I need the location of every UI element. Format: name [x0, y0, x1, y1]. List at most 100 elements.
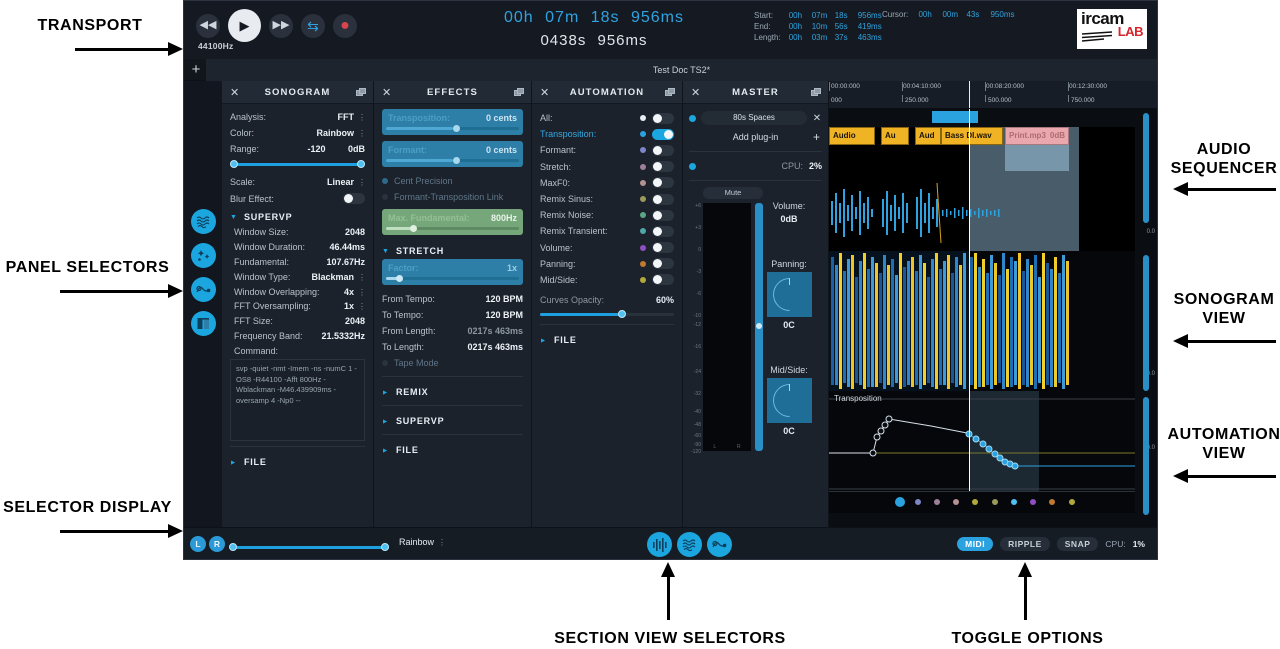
- dot-midside[interactable]: [1069, 499, 1075, 505]
- close-icon[interactable]: ✕: [691, 86, 700, 99]
- row-scale[interactable]: Scale: Linear ⋮: [230, 174, 366, 190]
- row-toggle[interactable]: [652, 274, 674, 286]
- loop-region[interactable]: [932, 111, 978, 123]
- row-toggle[interactable]: [652, 258, 674, 270]
- formant-slider[interactable]: Formant: 0 cents: [382, 141, 523, 167]
- section-icon-automation[interactable]: [707, 532, 732, 557]
- clip-audio-1[interactable]: Audio: [829, 127, 875, 145]
- dot-remix-sinus[interactable]: [972, 499, 978, 505]
- dot-remix-transient[interactable]: [1011, 499, 1017, 505]
- dot-transposition[interactable]: [895, 497, 905, 507]
- automation-row-stretch[interactable]: Stretch:: [540, 159, 674, 175]
- dot-volume[interactable]: [1030, 499, 1036, 505]
- row-fft-oversampling[interactable]: FFT Oversampling: 1x ⋮: [234, 299, 366, 314]
- sidebar-icon-waveform[interactable]: [191, 209, 216, 234]
- automation-row-formant[interactable]: Formant:: [540, 142, 674, 158]
- scrollbar-sonogram[interactable]: [1143, 255, 1149, 391]
- automation-row-midside[interactable]: Mid/Side:: [540, 272, 674, 288]
- close-icon[interactable]: ✕: [382, 86, 391, 99]
- plugin-close-icon[interactable]: ✕: [812, 113, 822, 124]
- clip-audio-2[interactable]: Au: [881, 127, 909, 145]
- row-toggle[interactable]: [652, 225, 674, 237]
- supervp-section-header[interactable]: ▼ SUPERVP: [382, 411, 523, 429]
- automation-row-remix-sinus[interactable]: Remix Sinus:: [540, 191, 674, 207]
- dot-stretch[interactable]: [934, 499, 940, 505]
- dot-panning[interactable]: [1049, 499, 1055, 505]
- forward-button[interactable]: ▶▶: [269, 13, 293, 38]
- plugin-row[interactable]: 80s Spaces ✕: [689, 108, 822, 128]
- automation-row-transposition[interactable]: Transposition:: [540, 126, 674, 142]
- automation-view[interactable]: Transposition 0.0: [829, 391, 1157, 513]
- window-icon[interactable]: [514, 87, 524, 97]
- transposition-slider[interactable]: Transposition: 0 cents: [382, 109, 523, 135]
- sidebar-icon-sonogram[interactable]: [191, 243, 216, 268]
- max-fundamental-slider[interactable]: Max. Fundamental: 800Hz: [382, 209, 523, 235]
- stepper-icon[interactable]: ⋮: [358, 273, 366, 282]
- automation-row-maxf0[interactable]: MaxF0:: [540, 175, 674, 191]
- timeline-ruler[interactable]: 00:00:000 00:04:10:000 00:08:20:000 00:1…: [829, 81, 1157, 109]
- tape-mode-checkbox[interactable]: Tape Mode: [382, 355, 523, 371]
- file-section-header[interactable]: ▼ FILE: [540, 330, 674, 348]
- channel-left-button[interactable]: L: [190, 536, 206, 552]
- sidebar-icon-mixer[interactable]: [191, 311, 216, 336]
- toggle-midi[interactable]: MIDI: [957, 537, 994, 551]
- range-slider[interactable]: [230, 160, 365, 169]
- supervp-section-header[interactable]: ▼ SUPERVP: [230, 207, 365, 225]
- row-toggle[interactable]: [652, 161, 674, 173]
- plugin-led[interactable]: [689, 114, 696, 122]
- window-icon[interactable]: [665, 87, 675, 97]
- row-toggle[interactable]: [652, 193, 674, 205]
- toggle-ripple[interactable]: RIPPLE: [1000, 537, 1050, 551]
- row-window-overlapping[interactable]: Window Overlapping: 4x ⋮: [234, 284, 366, 299]
- plus-icon[interactable]: +: [813, 130, 820, 144]
- remix-section-header[interactable]: ▼ REMIX: [382, 382, 523, 400]
- row-toggle[interactable]: [652, 242, 674, 254]
- stepper-icon[interactable]: ⋮: [358, 113, 366, 122]
- stretch-factor-slider[interactable]: Factor: 1x: [382, 259, 523, 285]
- master-led[interactable]: [689, 162, 696, 170]
- dot-maxf0[interactable]: [953, 499, 959, 505]
- window-icon[interactable]: [356, 87, 366, 97]
- automation-row-volume[interactable]: Volume:: [540, 240, 674, 256]
- clip-audio-3[interactable]: Aud: [915, 127, 941, 145]
- section-icon-sonogram[interactable]: [677, 532, 702, 557]
- row-window-type[interactable]: Window Type: Blackman ⋮: [234, 269, 366, 284]
- cent-precision-checkbox[interactable]: Cent Precision: [382, 173, 523, 189]
- add-document-button[interactable]: +: [187, 60, 205, 80]
- close-icon[interactable]: ✕: [540, 86, 549, 99]
- clip-bass-di[interactable]: Bass DI.wav: [941, 127, 1003, 145]
- row-analysis[interactable]: Analysis: FFT ⋮: [230, 109, 366, 125]
- row-toggle[interactable]: [652, 177, 674, 189]
- window-icon[interactable]: [811, 87, 821, 97]
- automation-row-all[interactable]: All:: [540, 110, 674, 126]
- channel-right-button[interactable]: R: [209, 536, 225, 552]
- scrollbar-automation[interactable]: [1143, 397, 1149, 515]
- record-button[interactable]: ●: [333, 13, 357, 38]
- curves-opacity-slider[interactable]: [540, 310, 674, 319]
- mute-button[interactable]: Mute: [703, 187, 763, 199]
- audio-sequencer-track[interactable]: Audio Au Aud Bass DI.wav Print.mp3 0dB 0…: [829, 109, 1157, 251]
- blur-effect-toggle[interactable]: [343, 193, 365, 204]
- add-plugin-button[interactable]: Add plug-in +: [689, 128, 822, 146]
- document-tab[interactable]: Test Doc TS2*: [206, 59, 1157, 81]
- row-toggle[interactable]: [652, 128, 674, 140]
- rewind-button[interactable]: ◀◀: [196, 13, 220, 38]
- row-toggle[interactable]: [652, 112, 674, 124]
- formant-transposition-link-checkbox[interactable]: Formant-Transposition Link: [382, 189, 523, 205]
- stepper-icon[interactable]: ⋮: [358, 129, 366, 138]
- scrollbar-sequencer[interactable]: [1143, 113, 1149, 223]
- automation-row-remix-noise[interactable]: Remix Noise:: [540, 207, 674, 223]
- toggle-snap[interactable]: SNAP: [1056, 537, 1099, 551]
- dot-remix-noise[interactable]: [992, 499, 998, 505]
- sonogram-view[interactable]: 0.0: [829, 251, 1157, 391]
- row-color[interactable]: Color: Rainbow ⋮: [230, 125, 366, 141]
- main-clock[interactable]: 00h 07m 18s 956ms 0438s 956ms: [474, 9, 714, 49]
- loop-button[interactable]: ⇆: [301, 13, 325, 38]
- stepper-icon[interactable]: ⋮: [358, 288, 366, 297]
- dot-formant[interactable]: [915, 499, 921, 505]
- automation-row-panning[interactable]: Panning:: [540, 256, 674, 272]
- panning-knob[interactable]: [766, 272, 812, 317]
- command-textbox[interactable]: svp -quiet -nmt -Imem -ns -numC 1 -OS8 -…: [230, 359, 365, 442]
- stepper-icon[interactable]: ⋮: [358, 302, 366, 311]
- close-icon[interactable]: ✕: [230, 86, 239, 99]
